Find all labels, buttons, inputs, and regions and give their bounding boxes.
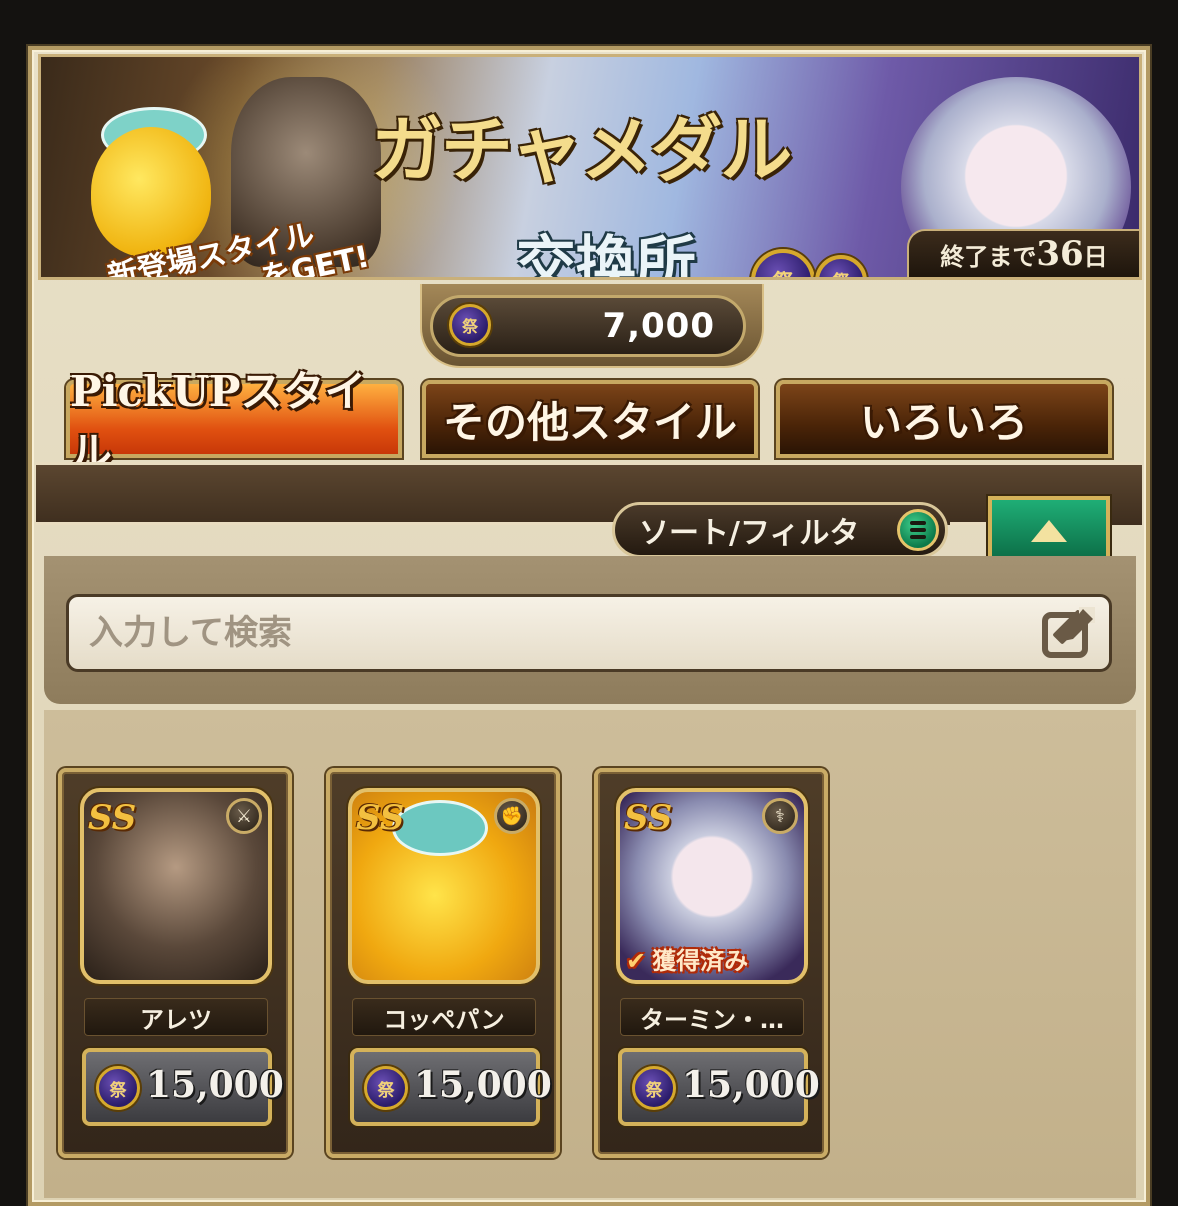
festival-medal-icon: 祭 <box>364 1066 408 1110</box>
style-card[interactable]: SS ⚕ ✔ 獲得済み ターミン・… 祭 15,000 <box>594 768 828 1158</box>
staff-icon: ⚕ <box>762 798 798 834</box>
style-card[interactable]: SS ⚔ アレツ 祭 15,000 <box>58 768 292 1158</box>
price-box: 祭 15,000 <box>350 1048 552 1126</box>
price-box: 祭 15,000 <box>618 1048 820 1126</box>
tab-misc[interactable]: いろいろ <box>776 380 1112 458</box>
sort-filter-label: ソート/フィルタ <box>639 516 860 551</box>
banner-subtitle: 交換所 <box>516 230 696 280</box>
days-suffix: 日 <box>1083 242 1108 271</box>
price-value: 15,000 <box>146 1064 284 1106</box>
character-name: コッペパン <box>352 998 536 1036</box>
banner-medals: 祭 祭 <box>751 249 871 277</box>
medal-balance-value: 7,000 <box>602 306 715 346</box>
price-value: 15,000 <box>682 1064 820 1106</box>
character-name: アレツ <box>84 998 268 1036</box>
tab-other-style[interactable]: その他スタイル <box>422 380 758 458</box>
search-input[interactable] <box>87 612 991 654</box>
rank-badge: SS <box>356 798 405 838</box>
character-portrait: SS ⚕ ✔ 獲得済み <box>616 788 808 984</box>
list-icon <box>897 509 939 551</box>
character-portrait: SS ⚔ <box>80 788 272 984</box>
toolbar-band <box>36 462 1142 525</box>
owned-label: 獲得済み <box>652 947 749 975</box>
character-name: ターミン・… <box>620 998 804 1036</box>
price-value: 15,000 <box>414 1064 552 1106</box>
banner-title: ガチャメダル <box>371 107 792 192</box>
toolbar-divider <box>36 522 616 525</box>
search-box[interactable] <box>66 594 1112 672</box>
banner-chick-character <box>91 127 211 257</box>
festival-medal-icon: 祭 <box>449 304 491 346</box>
chick-hat <box>392 800 488 856</box>
fist-icon: ✊ <box>494 798 530 834</box>
sort-filter-button[interactable]: ソート/フィルタ <box>612 502 948 558</box>
rank-badge: SS <box>624 798 673 838</box>
style-card[interactable]: SS ✊ コッペパン 祭 15,000 <box>326 768 560 1158</box>
toolbar-divider <box>950 522 990 525</box>
festival-medal-icon: 祭 <box>815 255 867 277</box>
event-remaining-days: 終了まで 36 日 <box>907 229 1139 277</box>
tab-pickup-style[interactable]: PickUPスタイル <box>66 367 402 477</box>
event-banner[interactable]: ガチャメダル 交換所 新登場スタイル をGET! 祭 祭 終了まで 36 日 <box>38 54 1142 280</box>
check-icon: ✔ <box>626 947 647 975</box>
edit-icon[interactable] <box>1039 605 1097 663</box>
triangle-up-icon <box>1031 520 1067 542</box>
days-value: 36 <box>1036 234 1084 274</box>
festival-medal-icon: 祭 <box>632 1066 676 1110</box>
sword-icon: ⚔ <box>226 798 262 834</box>
owned-badge: ✔ 獲得済み <box>626 941 748 976</box>
festival-medal-icon: 祭 <box>751 249 815 277</box>
festival-medal-icon: 祭 <box>96 1066 140 1110</box>
days-prefix: 終了まで <box>940 242 1037 271</box>
rank-badge: SS <box>88 798 137 838</box>
price-box: 祭 15,000 <box>82 1048 284 1126</box>
medal-balance: 祭 7,000 <box>430 295 746 357</box>
character-portrait: SS ✊ <box>348 788 540 984</box>
